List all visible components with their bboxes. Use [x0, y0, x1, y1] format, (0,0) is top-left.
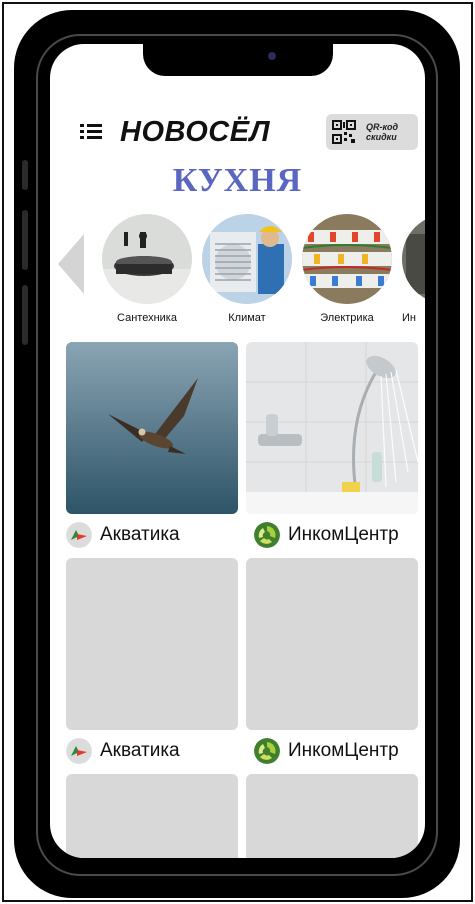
qr-code-icon — [332, 120, 356, 144]
eagle-photo-icon — [66, 342, 238, 514]
partial-category-photo-icon — [402, 214, 425, 304]
air-conditioner-photo-icon — [202, 214, 292, 304]
vendor-name: Акватика — [100, 524, 180, 545]
notch — [143, 44, 333, 76]
category-label: Ин — [402, 312, 416, 324]
electrical-panel-photo-icon — [302, 214, 392, 304]
category-item-partial[interactable]: Ин — [402, 214, 425, 324]
vendor-name: ИнкомЦентр — [288, 524, 399, 545]
carousel-back-arrow-icon[interactable] — [58, 234, 84, 294]
app-header: НОВОСЁЛ QR-код скидки — [50, 114, 425, 154]
page-title: КУХНЯ — [172, 162, 303, 199]
product-card-placeholder[interactable] — [246, 774, 418, 858]
product-card-image[interactable] — [66, 342, 238, 514]
category-item-electrical[interactable]: Электрика — [302, 214, 392, 324]
camera-icon — [268, 52, 276, 60]
volume-down-button — [22, 285, 28, 345]
menu-icon[interactable] — [80, 124, 102, 140]
qr-discount-label: QR-код скидки — [366, 122, 399, 142]
vendor-name: Акватика — [100, 740, 180, 761]
brand-logo[interactable]: НОВОСЁЛ — [120, 116, 270, 149]
category-label: Сантехника — [117, 312, 177, 324]
product-card-placeholder[interactable] — [66, 558, 238, 730]
inkomcentr-logo-icon — [254, 522, 280, 548]
phone-screen: НОВОСЁЛ QR-код скидки КУХНЯ Сантехника К… — [50, 44, 425, 858]
product-card-placeholder[interactable] — [246, 558, 418, 730]
category-item-climate[interactable]: Климат — [202, 214, 292, 324]
akvatika-logo-icon — [66, 738, 92, 764]
mute-switch — [22, 160, 28, 190]
category-label: Электрика — [320, 312, 374, 324]
category-label: Климат — [228, 312, 266, 324]
product-card-image[interactable] — [246, 342, 418, 514]
akvatika-logo-icon — [66, 522, 92, 548]
inkomcentr-logo-icon — [254, 738, 280, 764]
vendor-name: ИнкомЦентр — [288, 740, 399, 761]
sink-photo-icon — [102, 214, 192, 304]
product-card-placeholder[interactable] — [66, 774, 238, 858]
category-item-plumbing[interactable]: Сантехника — [102, 214, 192, 324]
volume-up-button — [22, 210, 28, 270]
shower-faucet-photo-icon — [246, 342, 418, 514]
qr-discount-button[interactable]: QR-код скидки — [326, 114, 418, 150]
